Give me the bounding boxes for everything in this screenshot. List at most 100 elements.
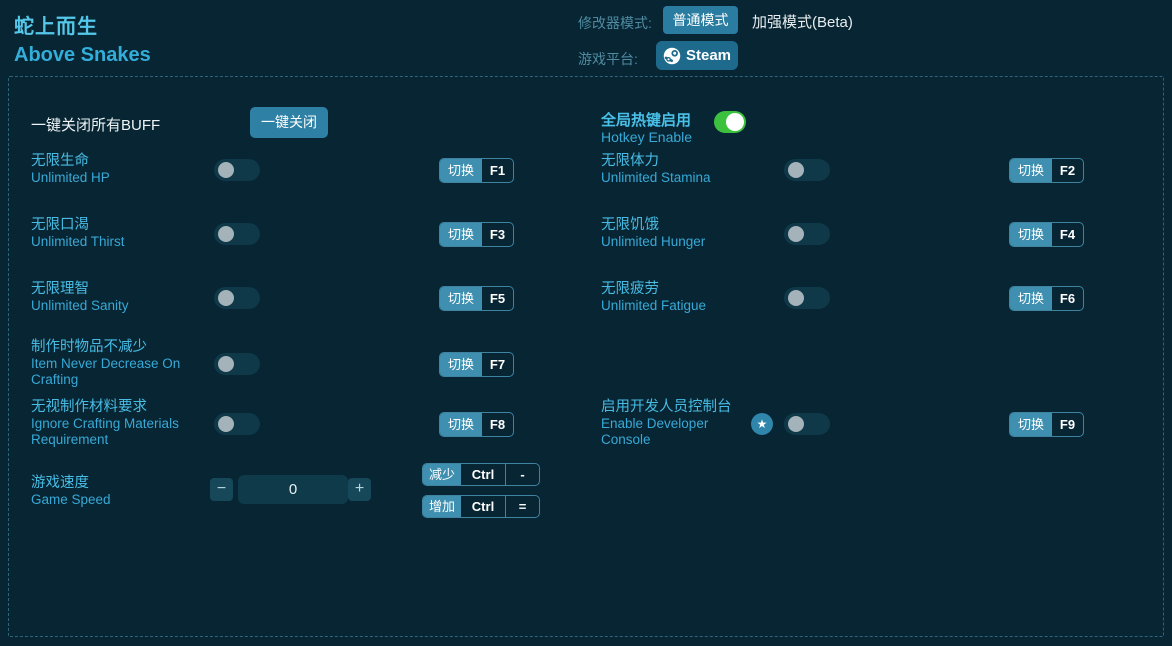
- hotkey-key: F6: [1059, 291, 1076, 306]
- speed-dec-key: -: [505, 464, 539, 485]
- cheat-label-cn: 无限体力: [601, 153, 659, 169]
- speed-inc-modifier: Ctrl: [471, 499, 495, 514]
- hotkey-unlimited-fatigue[interactable]: 切换 F6: [1009, 286, 1084, 311]
- cheat-label-en: Ignore Crafting Materials Requirement: [31, 416, 179, 447]
- close-all-buff-label: 一键关闭所有BUFF: [31, 117, 161, 134]
- cheat-row-item-never-decrease: 制作时物品不减少 Item Never Decrease On Crafting…: [9, 338, 579, 396]
- hotkey-key: F8: [489, 417, 506, 432]
- cheat-label-en: Unlimited Stamina: [601, 170, 711, 185]
- cheat-label-en: Unlimited Thirst: [31, 234, 125, 249]
- hotkey-enable-label-en: Hotkey Enable: [601, 129, 693, 145]
- cheat-row-unlimited-thirst: 无限口渴 Unlimited Thirst 切换 F3: [9, 216, 579, 274]
- speed-dec-label: 减少: [423, 464, 461, 485]
- hotkey-key: F7: [489, 357, 506, 372]
- hotkey-key: F3: [489, 227, 506, 242]
- toggle-knob: [218, 162, 234, 178]
- toggle-knob: [788, 290, 804, 306]
- close-all-buff-row: 一键关闭所有BUFF 一键关闭: [9, 92, 579, 150]
- toggle-knob: [788, 162, 804, 178]
- hotkey-key: F2: [1059, 163, 1076, 178]
- toggle-unlimited-hunger[interactable]: [784, 223, 830, 245]
- toggle-enable-developer-console[interactable]: [784, 413, 830, 435]
- game-title-cn: 蛇上而生: [14, 16, 98, 38]
- toggle-unlimited-fatigue[interactable]: [784, 287, 830, 309]
- hotkey-unlimited-hp[interactable]: 切换 F1: [439, 158, 514, 183]
- hotkey-item-never-decrease[interactable]: 切换 F7: [439, 352, 514, 377]
- toggle-item-never-decrease[interactable]: [214, 353, 260, 375]
- game-title-en: Above Snakes: [14, 44, 151, 66]
- hotkey-unlimited-thirst[interactable]: 切换 F3: [439, 222, 514, 247]
- toggle-knob: [218, 356, 234, 372]
- trainer-window: 蛇上而生 Above Snakes 修改器模式: 普通模式 加强模式(Beta)…: [0, 0, 1172, 646]
- speed-inc-label: 增加: [423, 496, 461, 517]
- platform-label: 游戏平台:: [578, 51, 638, 67]
- close-all-buff-button[interactable]: 一键关闭: [250, 107, 328, 138]
- hotkey-enable-label-cn: 全局热键启用: [601, 112, 692, 129]
- game-speed-input[interactable]: [238, 475, 348, 504]
- cheat-label-en: Enable Developer Console: [601, 416, 709, 447]
- speed-decrease-button[interactable]: −: [210, 478, 233, 501]
- speed-inc-key: =: [505, 496, 539, 517]
- hotkey-key: F1: [489, 163, 506, 178]
- hotkey-unlimited-stamina[interactable]: 切换 F2: [1009, 158, 1084, 183]
- toggle-knob: [788, 416, 804, 432]
- mode-normal-button[interactable]: 普通模式: [663, 6, 738, 34]
- speed-decrease-hotkey[interactable]: 减少 Ctrl -: [422, 463, 540, 486]
- steam-icon: [663, 47, 681, 65]
- cheat-label-en: Unlimited Fatigue: [601, 298, 707, 313]
- toggle-unlimited-sanity[interactable]: [214, 287, 260, 309]
- hotkey-unlimited-sanity[interactable]: 切换 F5: [439, 286, 514, 311]
- hotkey-toggle-label: 切换: [1010, 223, 1052, 246]
- steam-button-label: Steam: [685, 47, 732, 64]
- speed-dec-modifier: Ctrl: [471, 467, 495, 482]
- hotkey-key: F4: [1059, 227, 1076, 242]
- game-speed-label-cn: 游戏速度: [31, 475, 89, 491]
- cheat-label-en: Unlimited Hunger: [601, 234, 706, 249]
- hotkey-unlimited-hunger[interactable]: 切换 F4: [1009, 222, 1084, 247]
- cheat-label-cn: 无限理智: [31, 281, 89, 297]
- hotkey-enable-row: 全局热键启用 Hotkey Enable: [579, 92, 1149, 150]
- game-speed-label-en: Game Speed: [31, 492, 111, 507]
- game-speed-row: 游戏速度 Game Speed − + 减少 Ctrl - 增加 Ctrl =: [9, 463, 579, 533]
- steam-platform-button[interactable]: Steam: [656, 41, 738, 70]
- cheat-row-ignore-crafting-materials: 无视制作材料要求 Ignore Crafting Materials Requi…: [9, 398, 579, 456]
- hotkey-enable-developer-console[interactable]: 切换 F9: [1009, 412, 1084, 437]
- cheat-row-unlimited-hunger: 无限饥饿 Unlimited Hunger 切换 F4: [579, 216, 1149, 274]
- hotkey-toggle-label: 切换: [1010, 287, 1052, 310]
- speed-increase-button[interactable]: +: [348, 478, 371, 501]
- hotkey-toggle-label: 切换: [1010, 159, 1052, 182]
- modifier-mode-label: 修改器模式:: [578, 15, 652, 31]
- cheat-row-unlimited-sanity: 无限理智 Unlimited Sanity 切换 F5: [9, 280, 579, 338]
- cheat-label-cn: 无限生命: [31, 153, 89, 169]
- hotkey-toggle-label: 切换: [440, 287, 482, 310]
- hotkey-enable-toggle[interactable]: [714, 111, 746, 133]
- toggle-knob: [218, 416, 234, 432]
- cheat-row-unlimited-fatigue: 无限疲劳 Unlimited Fatigue 切换 F6: [579, 280, 1149, 338]
- speed-increase-hotkey[interactable]: 增加 Ctrl =: [422, 495, 540, 518]
- mode-enhanced-button[interactable]: 加强模式(Beta): [752, 11, 853, 32]
- cheat-label-en: Item Never Decrease On Crafting: [31, 356, 181, 387]
- cheat-label-cn: 无限口渴: [31, 217, 89, 233]
- toggle-knob: [218, 290, 234, 306]
- hotkey-key: F9: [1059, 417, 1076, 432]
- cheat-row-unlimited-hp: 无限生命 Unlimited HP 切换 F1: [9, 152, 579, 210]
- toggle-ignore-crafting-materials[interactable]: [214, 413, 260, 435]
- cheat-label-cn: 无视制作材料要求: [31, 399, 147, 415]
- toggle-knob: [218, 226, 234, 242]
- star-icon: ★: [751, 413, 773, 435]
- toggle-knob: [788, 226, 804, 242]
- hotkey-toggle-label: 切换: [1010, 413, 1052, 436]
- hotkey-toggle-label: 切换: [440, 223, 482, 246]
- hotkey-key: F5: [489, 291, 506, 306]
- cheat-label-en: Unlimited Sanity: [31, 298, 129, 313]
- cheat-label-cn: 无限疲劳: [601, 281, 659, 297]
- toggle-unlimited-hp[interactable]: [214, 159, 260, 181]
- cheat-label-cn: 制作时物品不减少: [31, 339, 147, 355]
- hotkey-toggle-label: 切换: [440, 159, 482, 182]
- cheat-label-en: Unlimited HP: [31, 170, 110, 185]
- cheat-row-unlimited-stamina: 无限体力 Unlimited Stamina 切换 F2: [579, 152, 1149, 210]
- hotkey-ignore-crafting-materials[interactable]: 切换 F8: [439, 412, 514, 437]
- toggle-unlimited-stamina[interactable]: [784, 159, 830, 181]
- cheat-row-enable-developer-console: 启用开发人员控制台 Enable Developer Console ★ 切换 …: [579, 398, 1149, 456]
- toggle-unlimited-thirst[interactable]: [214, 223, 260, 245]
